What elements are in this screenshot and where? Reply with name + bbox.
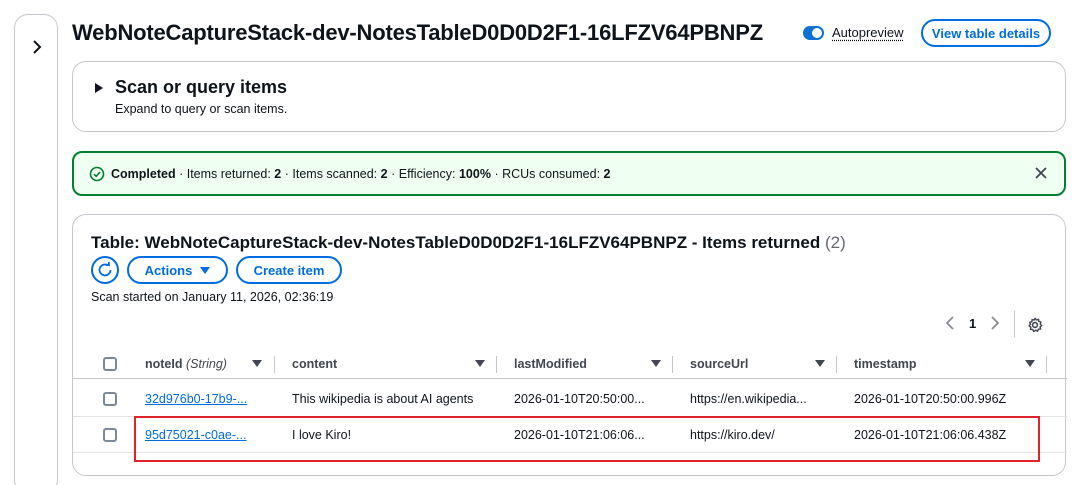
chevron-right-icon[interactable] <box>29 37 45 57</box>
lastmodified-cell: 2026-01-10T21:06:06... <box>514 427 645 442</box>
column-header-content[interactable]: content <box>292 349 337 378</box>
efficiency-value: 100% <box>458 167 491 181</box>
scan-query-title[interactable]: Scan or query items <box>115 77 287 98</box>
close-icon[interactable] <box>1034 166 1048 180</box>
select-all-checkbox[interactable] <box>103 356 117 371</box>
column-divider[interactable] <box>672 356 673 373</box>
noteid-link[interactable]: 95d75021-c0ae-... <box>145 417 246 452</box>
page-number[interactable]: 1 <box>969 316 976 331</box>
rcus-value: 2 <box>603 167 611 181</box>
sort-icon[interactable] <box>1025 360 1035 367</box>
column-divider[interactable] <box>1046 356 1047 373</box>
autopreview-label: Autopreview <box>832 25 904 40</box>
column-header-sourceurl[interactable]: sourceUrl <box>690 349 748 378</box>
column-header-lastmodified[interactable]: lastModified <box>514 349 587 378</box>
refresh-button[interactable] <box>91 256 119 284</box>
results-title: Table: WebNoteCaptureStack-dev-NotesTabl… <box>91 233 846 252</box>
check-circle-icon <box>89 166 105 182</box>
sort-icon[interactable] <box>252 360 262 367</box>
table-row[interactable]: 32d976b0-17b9-... This wikipedia is abou… <box>73 381 1067 417</box>
content-cell: I love Kiro! <box>292 427 352 442</box>
settings-icon[interactable] <box>1027 317 1043 333</box>
items-returned-value: 2 <box>274 167 282 181</box>
scan-query-panel: Scan or query items Expand to query or s… <box>72 61 1066 132</box>
actions-label: Actions <box>144 262 193 278</box>
sourceurl-cell: https://kiro.dev/ <box>690 427 775 442</box>
create-item-button[interactable]: Create item <box>236 256 342 284</box>
toggle-switch[interactable] <box>803 25 824 40</box>
row-checkbox[interactable] <box>103 427 117 442</box>
select-all-cell <box>103 349 117 378</box>
timestamp-cell: 2026-01-10T21:06:06.438Z <box>854 427 1007 442</box>
sort-icon[interactable] <box>651 360 661 367</box>
row-checkbox[interactable] <box>103 391 117 406</box>
column-header-timestamp[interactable]: timestamp <box>854 349 917 378</box>
pagination: 1 <box>943 315 1002 331</box>
pager-divider <box>1014 311 1015 337</box>
flash-status: Completed <box>111 167 176 181</box>
results-count: (2) <box>825 233 846 252</box>
items-results-panel: Table: WebNoteCaptureStack-dev-NotesTabl… <box>72 214 1067 476</box>
sort-icon[interactable] <box>475 360 485 367</box>
actions-dropdown-button[interactable]: Actions <box>127 256 228 284</box>
table-header-row: noteId (String) content lastModified sou… <box>73 349 1067 379</box>
table-row[interactable]: 95d75021-c0ae-... I love Kiro! 2026-01-1… <box>73 417 1067 453</box>
column-divider[interactable] <box>274 356 275 373</box>
scan-query-description: Expand to query or scan items. <box>115 102 288 116</box>
autopreview-toggle[interactable]: Autopreview <box>803 25 904 40</box>
column-header-noteid[interactable]: noteId (String) <box>145 349 227 378</box>
timestamp-cell: 2026-01-10T20:50:00.996Z <box>854 391 1007 406</box>
scan-started-text: Scan started on January 11, 2026, 02:36:… <box>91 290 334 304</box>
sourceurl-cell: https://en.wikipedia... <box>690 391 807 406</box>
flash-message: Completed · Items returned: 2 · Items sc… <box>111 167 611 181</box>
chevron-right-icon[interactable] <box>988 315 1002 331</box>
refresh-icon <box>98 261 112 277</box>
column-divider[interactable] <box>836 356 837 373</box>
noteid-link[interactable]: 32d976b0-17b9-... <box>145 381 247 416</box>
view-table-details-button[interactable]: View table details <box>921 19 1051 47</box>
sort-icon[interactable] <box>815 360 825 367</box>
caret-down-icon <box>200 266 211 274</box>
lastmodified-cell: 2026-01-10T20:50:00... <box>514 391 645 406</box>
chevron-left-icon[interactable] <box>943 315 957 331</box>
side-panel <box>14 14 58 485</box>
expand-caret-icon[interactable] <box>95 83 103 93</box>
column-divider[interactable] <box>496 356 497 373</box>
content-cell: This wikipedia is about AI agents <box>292 391 474 406</box>
success-flashbar: Completed · Items returned: 2 · Items sc… <box>72 151 1066 196</box>
items-scanned-value: 2 <box>380 167 388 181</box>
page-title: WebNoteCaptureStack-dev-NotesTableD0D0D2… <box>72 20 763 45</box>
